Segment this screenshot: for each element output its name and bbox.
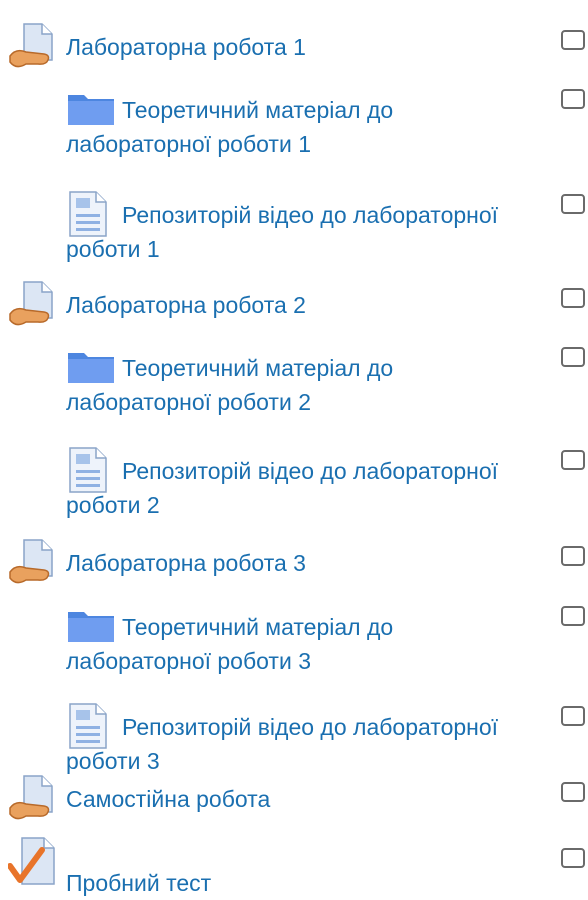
quiz-icon bbox=[7, 836, 56, 897]
completion-checkbox[interactable] bbox=[561, 89, 585, 109]
activity-title: Лабораторна робота 2 bbox=[66, 292, 306, 318]
activity-title: Самостійна робота bbox=[66, 786, 271, 812]
activity-link[interactable]: Лабораторна робота 1 bbox=[66, 30, 306, 64]
completion-checkbox[interactable] bbox=[561, 546, 585, 566]
completion-checkbox[interactable] bbox=[561, 194, 585, 214]
activity-link[interactable]: Лабораторна робота 3 bbox=[66, 546, 306, 580]
activity-title-line2: лабораторної роботи 2 bbox=[66, 389, 311, 415]
activity-title-line2: роботи 2 bbox=[66, 492, 160, 518]
assignment-icon bbox=[8, 538, 60, 591]
activity-link[interactable]: Репозиторій відео до лабораторної роботи… bbox=[66, 710, 566, 778]
activity-title-line1: Теоретичний матеріал до bbox=[122, 355, 394, 381]
completion-checkbox[interactable] bbox=[561, 450, 585, 470]
assignment-icon bbox=[8, 280, 60, 333]
activity-title-line2: роботи 1 bbox=[66, 236, 160, 262]
activity-title-line1: Репозиторій відео до лабораторної bbox=[122, 714, 499, 740]
activity-title-line2: лабораторної роботи 1 bbox=[66, 131, 311, 157]
completion-checkbox[interactable] bbox=[561, 606, 585, 626]
activity-link[interactable]: Репозиторій відео до лабораторної роботи… bbox=[66, 198, 566, 266]
activity-title-line2: лабораторної роботи 3 bbox=[66, 648, 311, 674]
activity-title-line1: Репозиторій відео до лабораторної bbox=[122, 458, 499, 484]
completion-checkbox[interactable] bbox=[561, 347, 585, 367]
completion-checkbox[interactable] bbox=[561, 848, 585, 868]
completion-checkbox[interactable] bbox=[561, 30, 585, 50]
activity-link[interactable]: Самостійна робота bbox=[66, 782, 270, 816]
activity-link[interactable]: Теоретичний матеріал до лабораторної роб… bbox=[66, 610, 546, 678]
activity-link[interactable]: Теоретичний матеріал до лабораторної роб… bbox=[66, 93, 546, 161]
activity-title: Лабораторна робота 1 bbox=[66, 34, 306, 60]
assignment-icon bbox=[8, 22, 60, 75]
activity-link[interactable]: Репозиторій відео до лабораторної роботи… bbox=[66, 454, 566, 522]
assignment-icon bbox=[8, 774, 60, 827]
completion-checkbox[interactable] bbox=[561, 288, 585, 308]
activity-title-line1: Репозиторій відео до лабораторної bbox=[122, 202, 499, 228]
activity-title: Пробний тест bbox=[66, 870, 212, 896]
completion-checkbox[interactable] bbox=[561, 782, 585, 802]
activity-title-line1: Теоретичний матеріал до bbox=[122, 614, 394, 640]
activity-title-line1: Теоретичний матеріал до bbox=[122, 97, 394, 123]
completion-checkbox[interactable] bbox=[561, 706, 585, 726]
activity-link[interactable]: Пробний тест bbox=[66, 866, 211, 900]
activity-title: Лабораторна робота 3 bbox=[66, 550, 306, 576]
activity-link[interactable]: Лабораторна робота 2 bbox=[66, 288, 306, 322]
activity-link[interactable]: Теоретичний матеріал до лабораторної роб… bbox=[66, 351, 546, 419]
activity-title-line2: роботи 3 bbox=[66, 748, 160, 774]
